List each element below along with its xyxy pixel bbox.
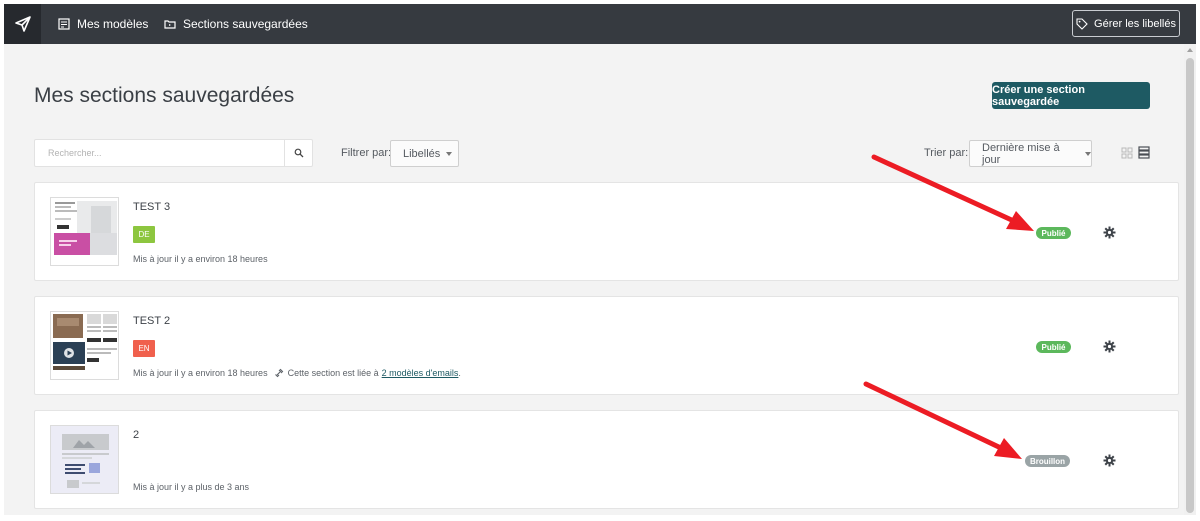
search-box: [34, 139, 313, 167]
section-thumbnail[interactable]: [50, 197, 119, 266]
app-frame: Mes modèles Sections sauvegardées Gérer …: [4, 4, 1196, 515]
link-icon: [274, 368, 283, 378]
folder-icon: [164, 20, 176, 29]
chevron-down-icon: [446, 151, 453, 156]
list-view-icon[interactable]: [1138, 146, 1150, 159]
linked-text: Cette section est liée à: [287, 368, 379, 378]
section-card[interactable]: 2 Mis à jour il y a plus de 3 ans Brouil…: [34, 410, 1179, 509]
language-badge: EN: [133, 340, 155, 357]
section-card[interactable]: TEST 3 DE Mis à jour il y a environ 18 h…: [34, 182, 1179, 281]
gear-icon[interactable]: [1103, 226, 1116, 239]
scroll-thumb[interactable]: [1186, 58, 1194, 513]
create-saved-section-button[interactable]: Créer une section sauvegardée: [992, 82, 1150, 109]
nav-saved-sections[interactable]: Sections sauvegardées: [164, 16, 308, 32]
chevron-down-icon: [1085, 151, 1091, 156]
section-thumbnail[interactable]: [50, 311, 119, 380]
template-icon: [58, 18, 70, 30]
linked-suffix: .: [458, 368, 461, 378]
manage-labels-button[interactable]: Gérer les libellés: [1072, 10, 1180, 37]
grid-view-icon[interactable]: [1121, 147, 1133, 159]
search-button[interactable]: [284, 140, 312, 166]
manage-labels-label: Gérer les libellés: [1094, 17, 1176, 30]
updated-text: Mis à jour il y a environ 18 heures: [133, 254, 268, 264]
section-preview-image: [54, 201, 117, 255]
logo[interactable]: [4, 4, 41, 44]
section-meta: Mis à jour il y a plus de 3 ans: [133, 482, 249, 492]
filter-label: Filtrer par:: [341, 147, 392, 159]
status-badge: Publié: [1036, 227, 1071, 239]
section-card[interactable]: TEST 2 EN Mis à jour il y a environ 18 h…: [34, 296, 1179, 395]
gear-icon[interactable]: [1103, 454, 1116, 467]
search-input[interactable]: [35, 140, 284, 166]
nav-saved-sections-label: Sections sauvegardées: [183, 17, 308, 31]
vertical-scrollbar[interactable]: [1184, 44, 1196, 515]
section-title[interactable]: TEST 3: [133, 201, 170, 213]
search-icon: [294, 148, 303, 158]
section-title[interactable]: TEST 2: [133, 315, 170, 327]
status-badge: Publié: [1036, 341, 1071, 353]
status-badge: Brouillon: [1025, 455, 1070, 467]
section-title[interactable]: 2: [133, 429, 139, 441]
nav-my-templates-label: Mes modèles: [77, 17, 149, 31]
page-title: Mes sections sauvegardées: [34, 84, 295, 107]
section-preview-image: [62, 434, 109, 488]
linked-templates-link[interactable]: 2 modèles d'emails: [382, 368, 459, 378]
nav-my-templates[interactable]: Mes modèles: [58, 16, 148, 32]
section-thumbnail[interactable]: [50, 425, 119, 494]
sort-dropdown[interactable]: Dernière mise à jour: [969, 140, 1092, 167]
section-meta: Mis à jour il y a environ 18 heures: [133, 254, 268, 264]
labels-filter-value: Libellés: [403, 147, 441, 160]
labels-filter-dropdown[interactable]: Libellés: [390, 140, 459, 167]
gear-icon[interactable]: [1103, 340, 1116, 353]
sort-value: Dernière mise à jour: [982, 141, 1060, 166]
updated-text: Mis à jour il y a plus de 3 ans: [133, 482, 250, 492]
section-meta: Mis à jour il y a environ 18 heures Cett…: [133, 368, 461, 378]
updated-text: Mis à jour il y a environ 18 heures: [133, 368, 268, 378]
scroll-up-arrow[interactable]: [1187, 48, 1193, 52]
sort-label: Trier par:: [924, 147, 969, 159]
language-badge: DE: [133, 226, 155, 243]
paper-plane-icon: [14, 16, 31, 32]
tag-icon: [1076, 17, 1088, 30]
section-preview-image: [53, 314, 117, 370]
top-bar: Mes modèles Sections sauvegardées Gérer …: [4, 4, 1196, 44]
